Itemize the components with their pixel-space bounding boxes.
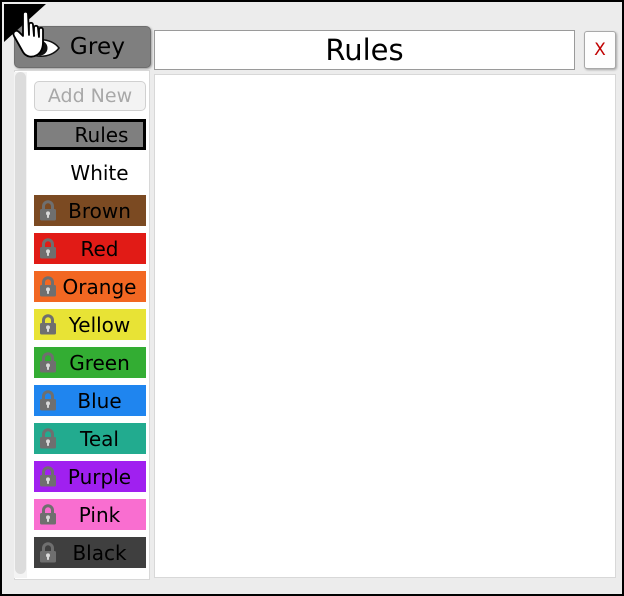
list-item[interactable]: Green <box>34 347 146 378</box>
list-item-label: White <box>70 160 129 185</box>
add-new-label: Add New <box>47 85 133 107</box>
list-item[interactable]: Blue <box>34 385 146 416</box>
list-item[interactable]: Red <box>34 233 146 264</box>
lock-icon <box>40 199 56 220</box>
color-list: Add New Rules White Brown Red Orange Yellow Gre… <box>29 71 149 579</box>
sidebar-scrollbar-thumb[interactable] <box>15 72 26 574</box>
close-button[interactable]: X <box>584 31 616 69</box>
list-item-label: Pink <box>78 502 121 527</box>
lock-icon <box>40 465 56 486</box>
list-item-label: Rules <box>74 122 129 147</box>
list-item-label: Brown <box>68 198 131 223</box>
lock-icon <box>40 275 56 296</box>
list-item-label: Purple <box>67 464 132 489</box>
app-window: Grey Rules X Add New Rules White Brown Red Or… <box>0 0 624 596</box>
lock-icon <box>40 389 56 410</box>
list-item[interactable]: Pink <box>34 499 146 530</box>
lock-icon <box>40 541 56 562</box>
list-item[interactable]: Black <box>34 537 146 568</box>
add-new-button: Add New <box>34 81 146 111</box>
list-item-label: Teal <box>80 426 119 451</box>
list-item[interactable]: Orange <box>34 271 146 302</box>
list-item[interactable]: White <box>34 157 146 188</box>
list-item[interactable]: Teal <box>34 423 146 454</box>
title-text: Rules <box>325 33 404 67</box>
sidebar-scrollbar[interactable] <box>14 72 27 578</box>
visibility-toggle-button[interactable]: Grey <box>14 26 151 68</box>
list-item-label: Blue <box>77 388 122 413</box>
main-content-panel[interactable] <box>154 74 616 578</box>
title-input[interactable]: Rules <box>154 30 575 70</box>
list-item-label: Black <box>72 540 127 565</box>
close-icon: X <box>594 40 606 60</box>
list-item-label: Orange <box>62 274 137 299</box>
list-item[interactable]: Yellow <box>34 309 146 340</box>
lock-icon <box>40 313 56 334</box>
lock-icon <box>40 351 56 372</box>
list-item-label: Yellow <box>68 312 131 337</box>
list-item[interactable]: Brown <box>34 195 146 226</box>
lock-icon <box>40 427 56 448</box>
list-item-label: Red <box>80 236 119 261</box>
visibility-label: Grey <box>69 34 126 60</box>
list-item-label: Green <box>69 350 130 375</box>
top-bar: Grey Rules X <box>2 2 622 70</box>
color-list-sidebar: Add New Rules White Brown Red Orange Yellow Gre… <box>14 70 150 580</box>
lock-icon <box>40 503 56 524</box>
list-item[interactable]: Purple <box>34 461 146 492</box>
list-item[interactable]: Rules <box>34 119 146 150</box>
lock-icon <box>40 237 56 258</box>
